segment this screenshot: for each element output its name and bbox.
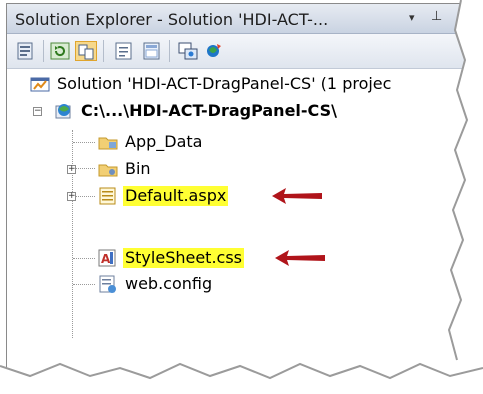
expand-toggle[interactable]: + (67, 165, 76, 174)
tree-item-label: web.config (125, 274, 213, 293)
css-file-icon: A (97, 248, 119, 268)
solution-label: Solution 'HDI-ACT-DragPanel-CS' (1 proje… (57, 74, 392, 93)
tree-connector (73, 142, 95, 143)
tree-item-label: Default.aspx (123, 186, 229, 206)
annotation-arrow-icon (272, 188, 322, 204)
tree-item-label: App_Data (125, 132, 203, 151)
toolbar-separator (43, 40, 44, 62)
tree-item-web-config[interactable]: web.config (97, 272, 469, 296)
explorer-toolbar (7, 34, 469, 69)
copy-website-icon[interactable] (177, 41, 199, 61)
tree-connector (73, 258, 95, 259)
show-all-files-icon[interactable] (75, 41, 97, 61)
annotation-arrow-icon (275, 250, 325, 266)
website-project-icon (53, 101, 75, 121)
solution-icon (29, 74, 51, 94)
asp-net-configuration-icon[interactable] (203, 41, 225, 61)
expand-toggle[interactable]: + (67, 192, 76, 201)
torn-edge-decoration (443, 0, 483, 394)
torn-edge-decoration (0, 362, 483, 394)
tree-item-label: Bin (125, 159, 151, 178)
tree-item-default-aspx[interactable]: + Default.aspx (63, 184, 469, 208)
view-code-icon[interactable] (113, 41, 135, 61)
properties-icon[interactable] (15, 41, 37, 61)
svg-text:A: A (101, 252, 111, 266)
tree-item-bin[interactable]: + Bin (63, 157, 469, 181)
tree-item-label: StyleSheet.css (123, 248, 244, 268)
aspx-page-icon (97, 186, 119, 206)
tree-connector (73, 284, 95, 285)
toolbar-separator (103, 40, 104, 62)
window-position-dropdown-icon[interactable]: ▾ (409, 11, 415, 24)
toolbar-separator (169, 40, 170, 62)
tree-item-app-data[interactable]: App_Data (97, 130, 469, 154)
project-node[interactable]: − C:\...\HDI-ACT-DragPanel-CS\ (33, 99, 469, 123)
project-label: C:\...\HDI-ACT-DragPanel-CS\ (81, 101, 337, 120)
auto-hide-pin-icon[interactable]: ⊥ (431, 9, 442, 24)
panel-titlebar: Solution Explorer - Solution 'HDI-ACT-..… (7, 4, 469, 34)
folder-icon (97, 159, 119, 179)
collapse-toggle[interactable]: − (33, 107, 42, 116)
solution-explorer-panel: Solution Explorer - Solution 'HDI-ACT-..… (6, 3, 470, 380)
panel-title: Solution Explorer - Solution 'HDI-ACT-..… (15, 10, 329, 29)
refresh-icon[interactable] (49, 41, 71, 61)
solution-node[interactable]: Solution 'HDI-ACT-DragPanel-CS' (1 proje… (29, 72, 469, 96)
solution-tree: Solution 'HDI-ACT-DragPanel-CS' (1 proje… (7, 72, 469, 372)
folder-icon (97, 132, 119, 152)
view-designer-icon[interactable] (141, 41, 163, 61)
config-file-icon (97, 274, 119, 294)
